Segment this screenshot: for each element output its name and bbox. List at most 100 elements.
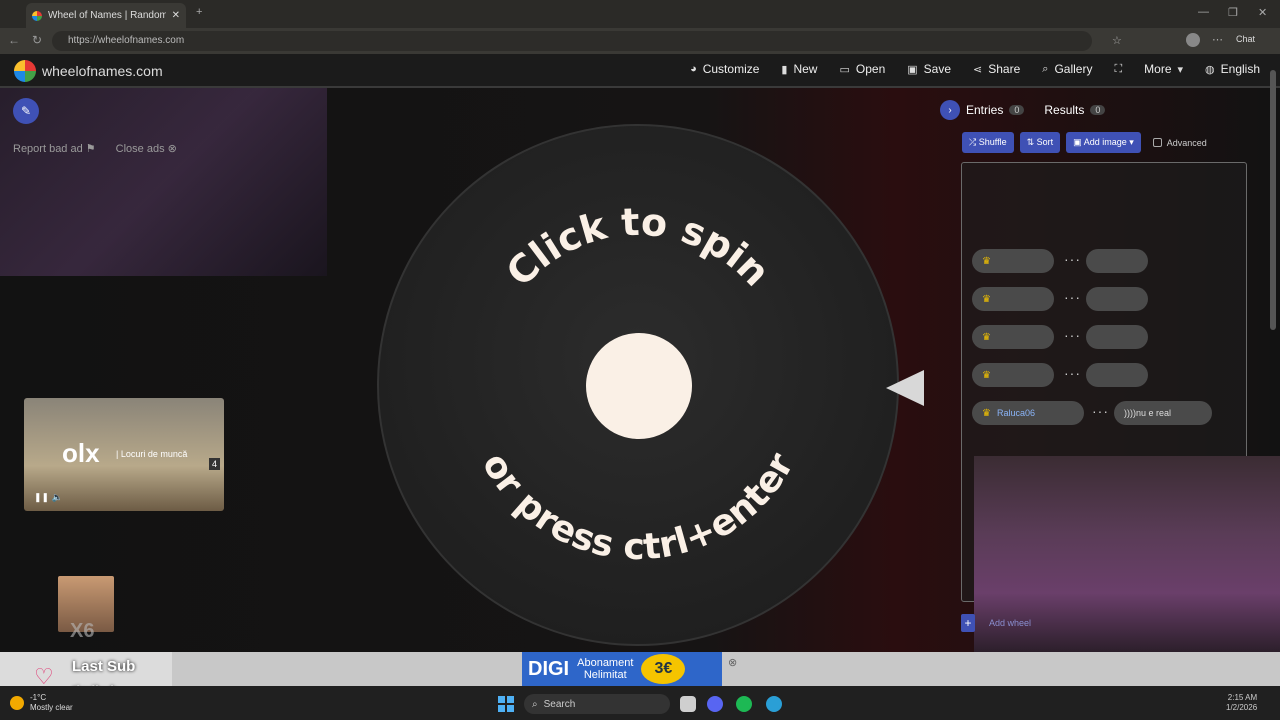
menu-new[interactable]: ▮ New <box>781 62 817 76</box>
sort-button[interactable]: ⇅ Sort <box>1019 132 1061 153</box>
image-icon: ▣ <box>1073 137 1082 147</box>
webcam-overlay-top <box>0 88 327 276</box>
header-menu: ◕ Customize ▮ New ▭ Open ▣ Save ⋖ Share ⌕ Gall… <box>690 62 1260 76</box>
menu-language[interactable]: ◍ English <box>1205 62 1260 76</box>
chat-chip: ♛ <box>972 363 1054 387</box>
panel-tabs: › Entries 0 Results 0 <box>940 100 1106 120</box>
reload-icon[interactable]: ↻ <box>32 33 42 47</box>
menu-customize[interactable]: ◕ Customize <box>690 62 759 76</box>
weather-moon-icon <box>10 696 24 710</box>
site-logo[interactable]: wheelofnames.com <box>14 60 163 82</box>
menu-save[interactable]: ▣ Save <box>907 62 951 76</box>
browser-menu-icon[interactable]: ⋯ <box>1212 33 1223 46</box>
favorites-star-icon[interactable]: ☆ <box>1112 34 1122 47</box>
chat-button[interactable]: Chat <box>1236 34 1255 44</box>
crown-icon: ♛ <box>982 369 991 381</box>
last-sub-label: Last Sub <box>72 658 136 675</box>
fullscreen-icon: ⛶ <box>1114 62 1123 75</box>
collapse-panel-button[interactable]: › <box>940 100 960 120</box>
edge-icon[interactable] <box>766 696 782 712</box>
crown-icon: ♛ <box>982 331 991 343</box>
chat-chip <box>1086 363 1148 387</box>
wheel-hub[interactable] <box>586 333 692 439</box>
olx-brand: olx <box>62 438 100 468</box>
weather-widget[interactable]: -1°C Mostly clear <box>10 693 73 713</box>
palette-icon: ◕ <box>690 63 697 75</box>
start-button[interactable] <box>498 696 514 712</box>
logo-text: wheelofnames.com <box>42 63 163 79</box>
menu-open[interactable]: ▭ Open <box>839 62 885 76</box>
dots-icon: ··· <box>1064 251 1081 267</box>
browser-tab[interactable]: Wheel of Names | Random name ✕ <box>26 3 186 28</box>
dots-icon: ··· <box>1064 365 1081 381</box>
ad-counter: 4 <box>208 458 220 470</box>
chat-chip: ♛ <box>972 249 1054 273</box>
search-icon: ⌕ <box>1042 62 1049 75</box>
save-icon: ▣ <box>907 63 918 76</box>
chat-chip: ♛ <box>972 325 1054 349</box>
sort-icon: ⇅ <box>1026 137 1035 147</box>
flag-icon: ⚑ <box>85 143 96 155</box>
file-icon: ▮ <box>781 63 788 76</box>
profile-avatar[interactable] <box>1186 33 1200 47</box>
plus-icon: + <box>961 614 975 632</box>
back-icon[interactable]: ← <box>8 33 20 47</box>
multiplier-text: X6 <box>70 620 95 642</box>
wheel-pointer-icon <box>886 370 924 406</box>
olx-video-ad[interactable]: olx | Locuri de muncă 4 ❚❚ 🔈 <box>24 398 224 511</box>
add-image-button[interactable]: ▣ Add image ▾ <box>1066 132 1141 153</box>
chat-chip <box>1086 325 1148 349</box>
entries-count: 0 <box>1009 105 1025 115</box>
shuffle-icon: ⤮ <box>969 137 977 147</box>
dots-icon: ··· <box>1092 403 1109 419</box>
window-close-button[interactable]: ✕ <box>1258 6 1267 19</box>
chat-chip <box>1086 287 1148 311</box>
wheel-logo-icon <box>14 60 36 82</box>
pencil-icon: ✎ <box>20 104 32 118</box>
results-count: 0 <box>1090 105 1106 115</box>
new-tab-button[interactable]: + <box>196 6 202 18</box>
dots-icon: ··· <box>1064 327 1081 343</box>
favicon-icon <box>32 10 42 21</box>
menu-share[interactable]: ⋖ Share <box>973 62 1020 76</box>
edit-wheel-button[interactable]: ✎ <box>13 98 39 124</box>
search-icon: ⌕ <box>532 698 538 710</box>
ad-close-icon[interactable]: ⊗ <box>728 656 737 669</box>
menu-more[interactable]: More ▾ <box>1144 62 1183 76</box>
url-field[interactable]: https://wheelofnames.com <box>52 31 1092 51</box>
spotify-icon[interactable] <box>736 696 752 712</box>
discord-icon[interactable] <box>707 696 723 712</box>
digi-brand: DIGI <box>528 657 570 680</box>
close-circle-icon: ⊗ <box>167 143 177 155</box>
crown-icon: ♛ <box>982 407 991 419</box>
ad-links: Report bad ad ⚑ Close ads ⊗ <box>13 142 177 155</box>
taskbar-clock[interactable]: 2:15 AM 1/2/2026 <box>1226 693 1257 713</box>
shuffle-button[interactable]: ⤮ Shuffle <box>962 132 1014 153</box>
close-ads-link[interactable]: Close ads ⊗ <box>116 142 177 155</box>
tab-results[interactable]: Results <box>1044 103 1084 117</box>
share-icon: ⋖ <box>973 63 983 76</box>
chat-chip-name: ♛ Raluca06 <box>972 401 1084 425</box>
taskbar-search[interactable]: ⌕ Search <box>524 694 670 714</box>
file-explorer-icon[interactable] <box>680 696 696 712</box>
scrollbar[interactable] <box>1270 70 1276 330</box>
checkbox-icon <box>1152 138 1162 147</box>
olx-subtitle: | Locuri de muncă <box>116 449 188 459</box>
chat-chip: ♛ <box>972 287 1054 311</box>
minimize-button[interactable]: — <box>1198 6 1209 18</box>
digi-message: Abonament Nelimitat <box>577 657 634 681</box>
digi-ad-banner[interactable]: DIGI Abonament Nelimitat 3€ <box>522 652 722 686</box>
menu-fullscreen[interactable]: ⛶ <box>1114 62 1122 76</box>
report-ad-link[interactable]: Report bad ad ⚑ <box>13 142 96 155</box>
chat-chip-text: ))))nu e real <box>1114 401 1212 425</box>
digi-price: 3€ <box>641 654 686 684</box>
tab-close-icon[interactable]: ✕ <box>172 10 180 21</box>
add-wheel-button[interactable]: + Add wheel <box>961 614 1031 632</box>
tab-entries[interactable]: Entries <box>966 103 1003 117</box>
folder-icon: ▭ <box>839 63 850 76</box>
pause-icon[interactable]: ❚❚ 🔈 <box>34 492 63 503</box>
menu-gallery[interactable]: ⌕ Gallery <box>1042 62 1092 76</box>
advanced-checkbox[interactable]: Advanced <box>1152 138 1207 148</box>
maximize-button[interactable]: ❐ <box>1228 6 1238 19</box>
browser-tab-bar <box>0 0 1280 28</box>
